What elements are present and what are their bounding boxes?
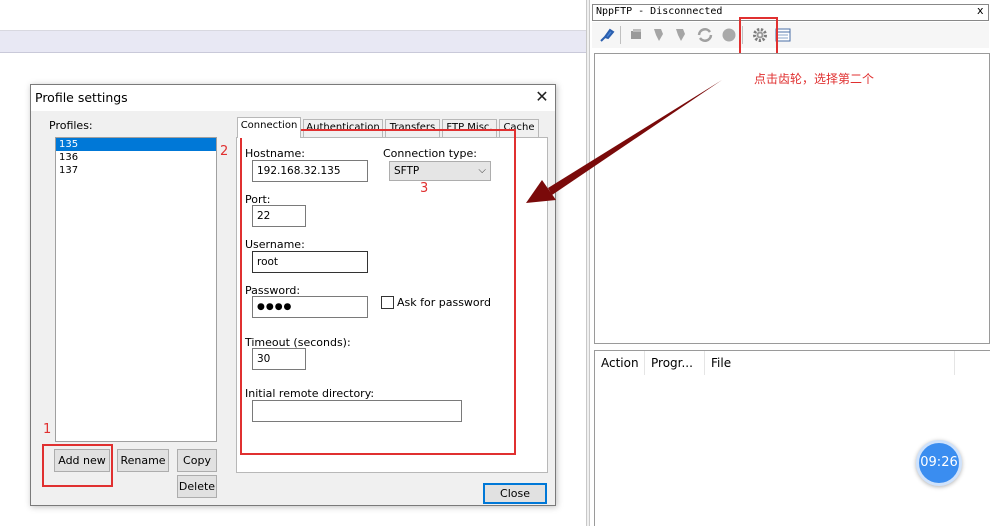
- profile-item[interactable]: 135: [56, 138, 216, 151]
- dialog-titlebar: Profile settings ✕: [31, 85, 555, 111]
- close-button[interactable]: Close: [483, 483, 547, 504]
- download-alt-icon[interactable]: [672, 26, 690, 44]
- column-file[interactable]: File: [705, 351, 955, 375]
- nppftp-toolbar: [592, 22, 989, 48]
- annotation-number-1: 1: [43, 422, 52, 437]
- copy-button[interactable]: Copy: [177, 449, 217, 472]
- nppftp-title: NppFTP - Disconnected: [596, 6, 723, 17]
- download-icon[interactable]: [650, 26, 668, 44]
- annotation-box-gear: [739, 17, 778, 56]
- nppftp-file-tree[interactable]: [594, 53, 990, 344]
- profiles-label: Profiles:: [49, 119, 93, 132]
- annotation-box-add-new: [42, 444, 113, 487]
- column-action[interactable]: Action: [595, 351, 645, 375]
- floating-clock-badge[interactable]: 09:26: [916, 440, 962, 486]
- rename-button[interactable]: Rename: [117, 449, 169, 472]
- editor-current-line: [0, 31, 586, 53]
- profile-item[interactable]: 137: [56, 164, 216, 177]
- nppftp-title-bar: NppFTP - Disconnected x: [592, 4, 989, 21]
- refresh-icon[interactable]: [696, 26, 714, 44]
- connect-icon[interactable]: [598, 26, 616, 44]
- profile-item[interactable]: 136: [56, 151, 216, 164]
- annotation-box-connection: [240, 129, 516, 455]
- annotation-number-3: 3: [420, 181, 429, 196]
- nppftp-close-button[interactable]: x: [977, 4, 984, 17]
- annotation-number-2: 2: [220, 144, 229, 159]
- column-progress[interactable]: Progr...: [645, 351, 705, 375]
- panel-splitter[interactable]: [586, 0, 590, 526]
- editor-tab-bar: [0, 0, 586, 31]
- dialog-title: Profile settings: [35, 90, 128, 105]
- toolbar-separator: [620, 26, 621, 44]
- dialog-close-button[interactable]: ✕: [531, 86, 553, 108]
- tab-connection[interactable]: Connection: [237, 117, 301, 138]
- nppftp-transfer-queue[interactable]: Action Progr... File: [594, 350, 990, 526]
- abort-icon[interactable]: [720, 26, 738, 44]
- profiles-list[interactable]: 135 136 137: [55, 137, 217, 442]
- upload-icon[interactable]: [628, 26, 646, 44]
- annotation-note: 点击齿轮，选择第二个: [754, 72, 875, 86]
- delete-button[interactable]: Delete: [177, 475, 217, 498]
